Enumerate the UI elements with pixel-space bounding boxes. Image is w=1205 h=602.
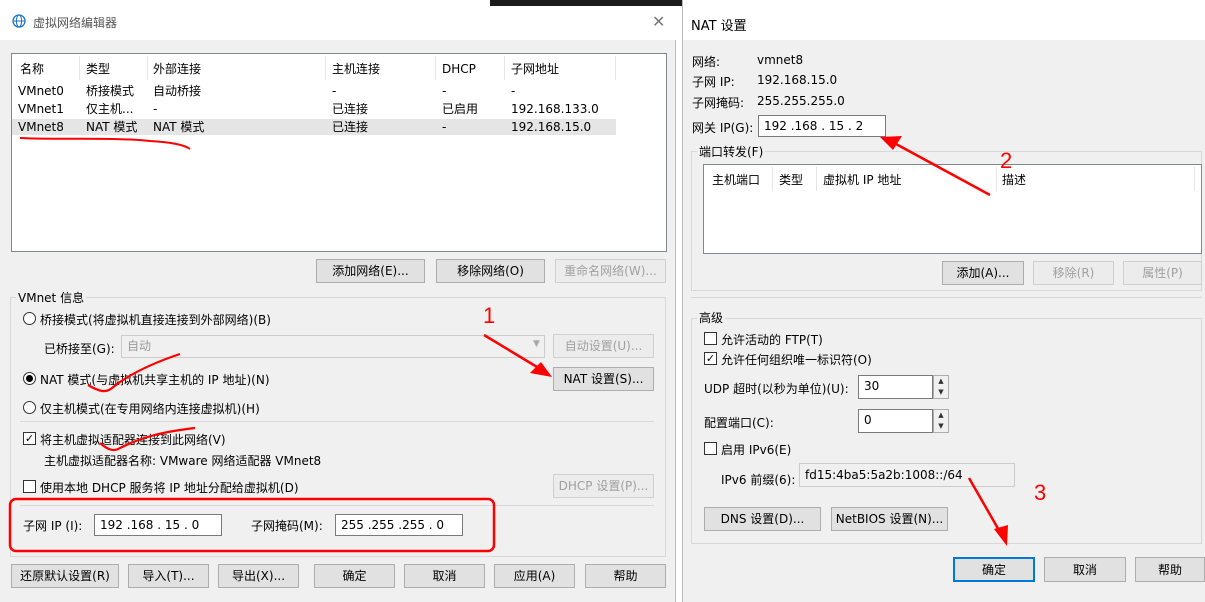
annotation-number-1: 1 xyxy=(483,303,496,328)
highlight-box xyxy=(8,497,496,553)
arrow-head xyxy=(880,136,902,150)
underline-mark xyxy=(19,137,191,150)
arrow-head xyxy=(994,525,1008,546)
annotation-number-3: 3 xyxy=(1034,480,1047,505)
check-mark xyxy=(87,352,181,393)
annotation-overlay xyxy=(8,136,1008,553)
check-mark xyxy=(99,426,196,452)
annotation-number-2: 2 xyxy=(1000,148,1013,173)
